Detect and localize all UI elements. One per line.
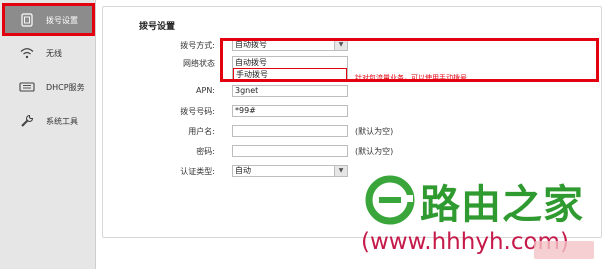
dial-mode-label: 拨号方式: xyxy=(180,41,215,50)
auth-type-select[interactable]: 自动 ▼ xyxy=(232,165,348,177)
corner-button xyxy=(534,241,594,259)
wifi-icon xyxy=(18,46,36,60)
password-label: 密码: xyxy=(196,147,215,156)
apn-input[interactable]: 3gnet xyxy=(232,85,348,97)
password-input[interactable] xyxy=(232,145,348,157)
network-card-icon xyxy=(18,80,36,94)
sidebar: 拨号设置 无线 DHCP服务 系统工具 xyxy=(0,0,96,269)
sidebar-item-label: 无线 xyxy=(46,48,62,58)
dial-mode-highlight-box xyxy=(220,38,599,82)
auth-type-label: 认证类型: xyxy=(180,167,215,176)
sidebar-item-label: 系统工具 xyxy=(46,116,78,126)
username-label: 用户名: xyxy=(188,127,215,136)
auth-type-value: 自动 xyxy=(235,166,251,175)
wrench-icon xyxy=(18,114,36,128)
sidebar-item-label: DHCP服务 xyxy=(46,82,85,92)
sidebar-item-dhcp[interactable]: DHCP服务 xyxy=(4,72,92,102)
page-title: 拨号设置 xyxy=(139,22,176,32)
brand-logo-icon xyxy=(365,175,415,225)
password-hint: (默认为空) xyxy=(355,147,394,156)
sidebar-item-system-tools[interactable]: 系统工具 xyxy=(4,106,92,136)
dial-number-input[interactable]: *99# xyxy=(232,105,348,117)
chevron-down-icon[interactable]: ▼ xyxy=(334,166,347,176)
username-hint: (默认为空) xyxy=(355,127,394,136)
apn-label: APN: xyxy=(196,86,215,95)
sidebar-highlight-box xyxy=(2,3,95,36)
sidebar-item-wireless[interactable]: 无线 xyxy=(4,38,92,68)
brand-name: 路由之家 xyxy=(420,182,584,228)
username-input[interactable] xyxy=(232,125,348,137)
network-status-label: 网络状态 xyxy=(183,59,215,68)
dial-number-label: 拨号号码: xyxy=(180,107,215,116)
